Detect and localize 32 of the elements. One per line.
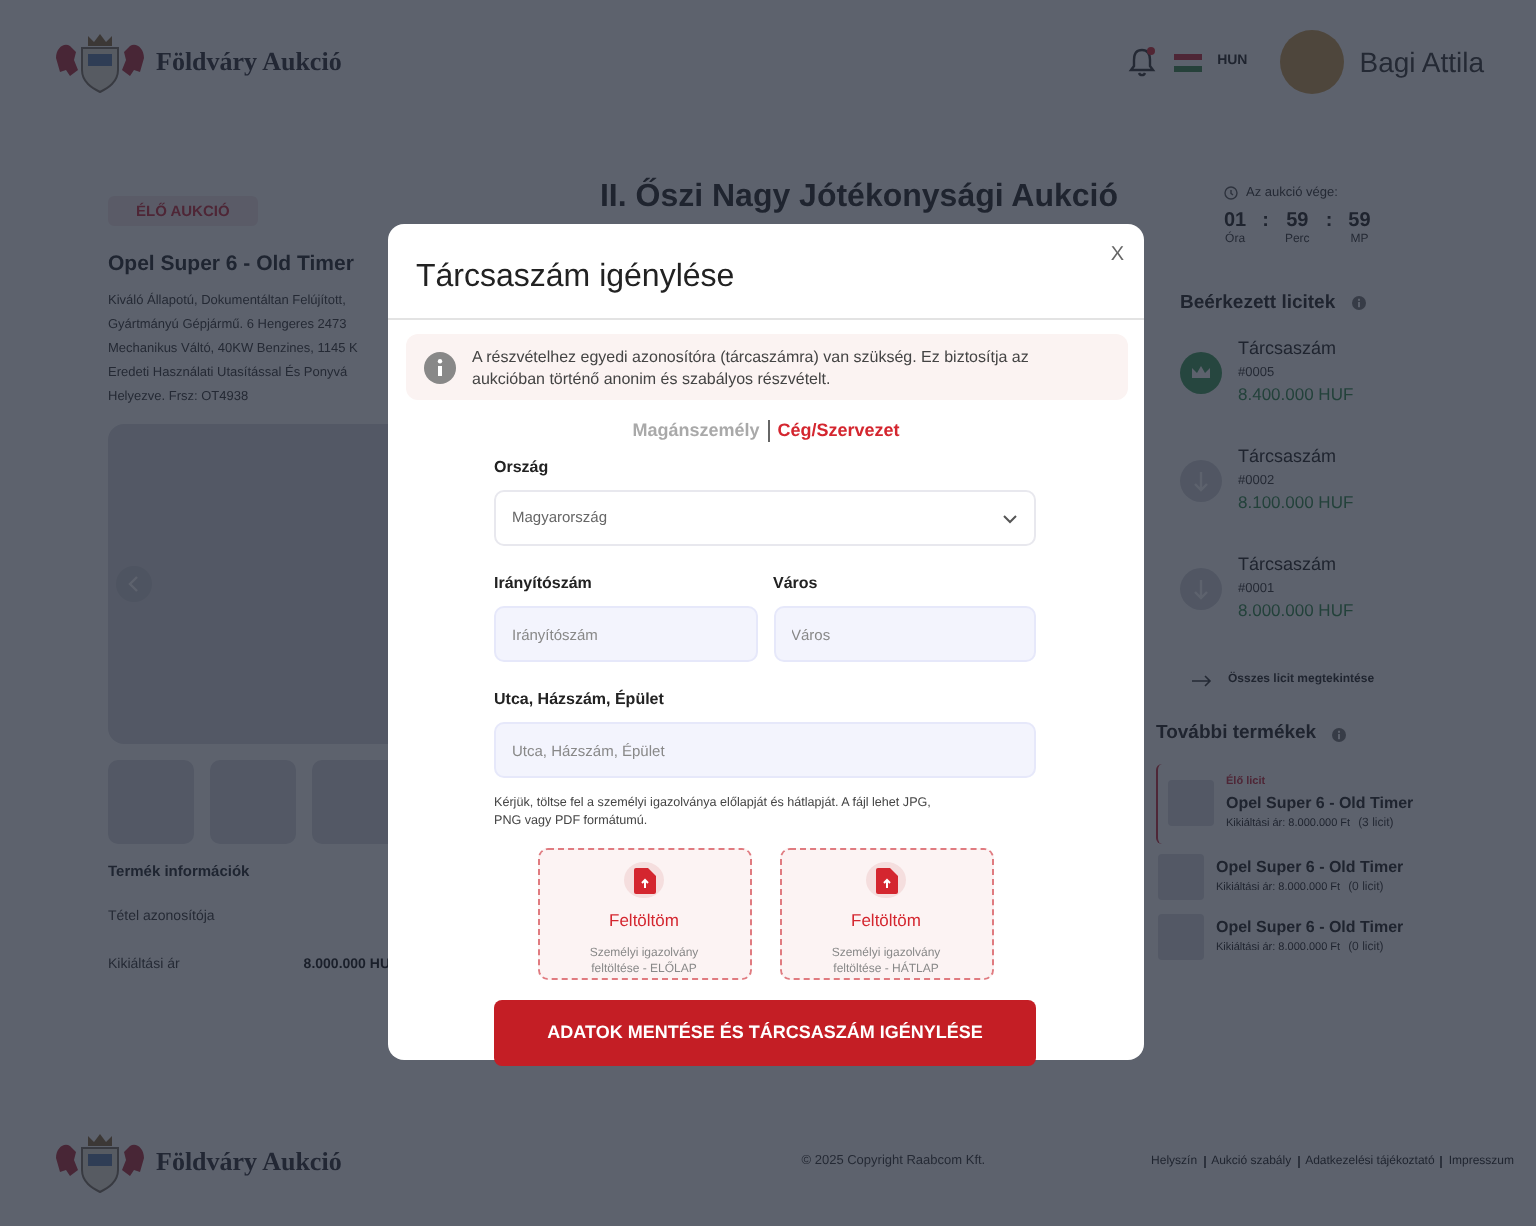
- section-heading: Beérkezett licitek: [1180, 289, 1336, 318]
- bid-amount: 8.000.000 HUF: [1238, 598, 1354, 624]
- field-label: Irányítószám: [494, 572, 594, 596]
- countdown-separator: :: [1262, 211, 1269, 236]
- countdown-value: 59: [1284, 211, 1310, 232]
- bidder-label: Tárcsaszám: [1238, 552, 1339, 578]
- close-button[interactable]: X: [1106, 242, 1128, 270]
- product-title: Opel Super 6 - Old Timer: [108, 250, 354, 280]
- product-title: Opel Super 6 - Old Timer: [1216, 915, 1404, 939]
- modal-title: Tárcsaszám igénylése: [416, 257, 735, 297]
- file-upload-icon: [875, 867, 897, 894]
- chevron-down-icon: [1002, 513, 1018, 523]
- bidder-label: Tárcsaszám: [1238, 336, 1339, 362]
- tab[interactable]: Cég/Szervezet: [769, 422, 908, 440]
- product-title: Opel Super 6 - Old Timer: [1226, 791, 1414, 815]
- product-title: Opel Super 6 - Old Timer: [1216, 855, 1404, 879]
- field-label: Utca, Házszám, Épület: [494, 688, 666, 712]
- notice-text: A részvételhez egyedi azonosítóra (tárcaszámra) van szükség. Ez biztosítja az aukcióban történő anonim és szabályos részvételt.: [472, 345, 1031, 389]
- countdown-value: 59: [1348, 211, 1371, 232]
- bid-amount: 8.400.000 HUF: [1238, 382, 1354, 408]
- bidder-label: Tárcsaszám: [1238, 444, 1339, 470]
- submit-button[interactable]: ADATOK MENTÉSE ÉS TÁRCSASZÁM IGÉNYLÉSE: [494, 1000, 1036, 1066]
- info-icon: [424, 351, 456, 383]
- auction-title: II. Őszi Nagy Jótékonysági Aukció: [597, 175, 1121, 218]
- tab[interactable]: Magánszemély: [624, 422, 768, 440]
- countdown-value: 01: [1224, 211, 1247, 232]
- file-upload-icon: [633, 867, 655, 894]
- bid-amount: 8.100.000 HUF: [1238, 490, 1354, 516]
- section-heading: További termékek: [1156, 720, 1317, 748]
- field-label: Város: [773, 572, 820, 596]
- field-label: Ország: [494, 456, 551, 480]
- countdown-separator: :: [1325, 211, 1333, 236]
